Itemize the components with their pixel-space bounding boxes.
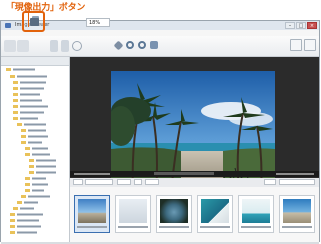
- info-text-right: [276, 173, 314, 175]
- flip-icon[interactable]: [150, 41, 158, 49]
- back-icon[interactable]: [4, 40, 16, 52]
- thumbnail-5[interactable]: [238, 195, 274, 233]
- rotate-icon[interactable]: [126, 41, 134, 49]
- title-bar: Image Viewer – □ ×: [1, 21, 319, 30]
- app-window: Image Viewer – □ ×: [0, 20, 320, 244]
- zoom-select[interactable]: 18%: [86, 18, 110, 27]
- maximize-button[interactable]: □: [296, 22, 306, 29]
- view-mode-icon[interactable]: [50, 40, 58, 52]
- minimize-button[interactable]: –: [285, 22, 295, 29]
- thumbnail-3[interactable]: [156, 195, 192, 233]
- image-info-bar: [70, 171, 319, 177]
- info-controls: [154, 172, 214, 175]
- sort-select[interactable]: [85, 179, 113, 185]
- thumbnail-4[interactable]: [197, 195, 233, 233]
- close-button[interactable]: ×: [307, 22, 317, 29]
- info-text-left: [74, 173, 110, 175]
- rotate-right-icon[interactable]: [138, 41, 146, 49]
- app-icon: [5, 23, 11, 28]
- thumbnail-2[interactable]: [115, 195, 151, 233]
- layout-icon[interactable]: [61, 40, 69, 52]
- zoom-icon[interactable]: [72, 41, 82, 51]
- folder-tree[interactable]: [1, 65, 69, 241]
- filter-button[interactable]: [117, 179, 131, 185]
- forward-icon[interactable]: [17, 40, 29, 52]
- fullscreen-icon[interactable]: [304, 39, 316, 51]
- size-icon[interactable]: [264, 179, 276, 185]
- rating-filter[interactable]: [145, 179, 159, 185]
- thumbnail-6[interactable]: [279, 195, 315, 233]
- callout-leader-line: [28, 11, 29, 27]
- window-controls: – □ ×: [285, 22, 317, 29]
- view-icon[interactable]: [134, 179, 142, 185]
- sort-icon[interactable]: [73, 179, 83, 185]
- thumbnail-size-slider[interactable]: [279, 179, 315, 185]
- fit-icon[interactable]: [113, 40, 124, 51]
- folder-tree-panel: [1, 57, 70, 242]
- develop-output-callout: 「現像出力」ボタン: [6, 3, 86, 13]
- thumbnail-1[interactable]: [74, 195, 110, 233]
- thumbnail-strip: [70, 187, 319, 243]
- toolbar: [1, 36, 319, 57]
- panel-toggle-icon[interactable]: [290, 39, 302, 51]
- develop-output-icon-base: [30, 18, 39, 26]
